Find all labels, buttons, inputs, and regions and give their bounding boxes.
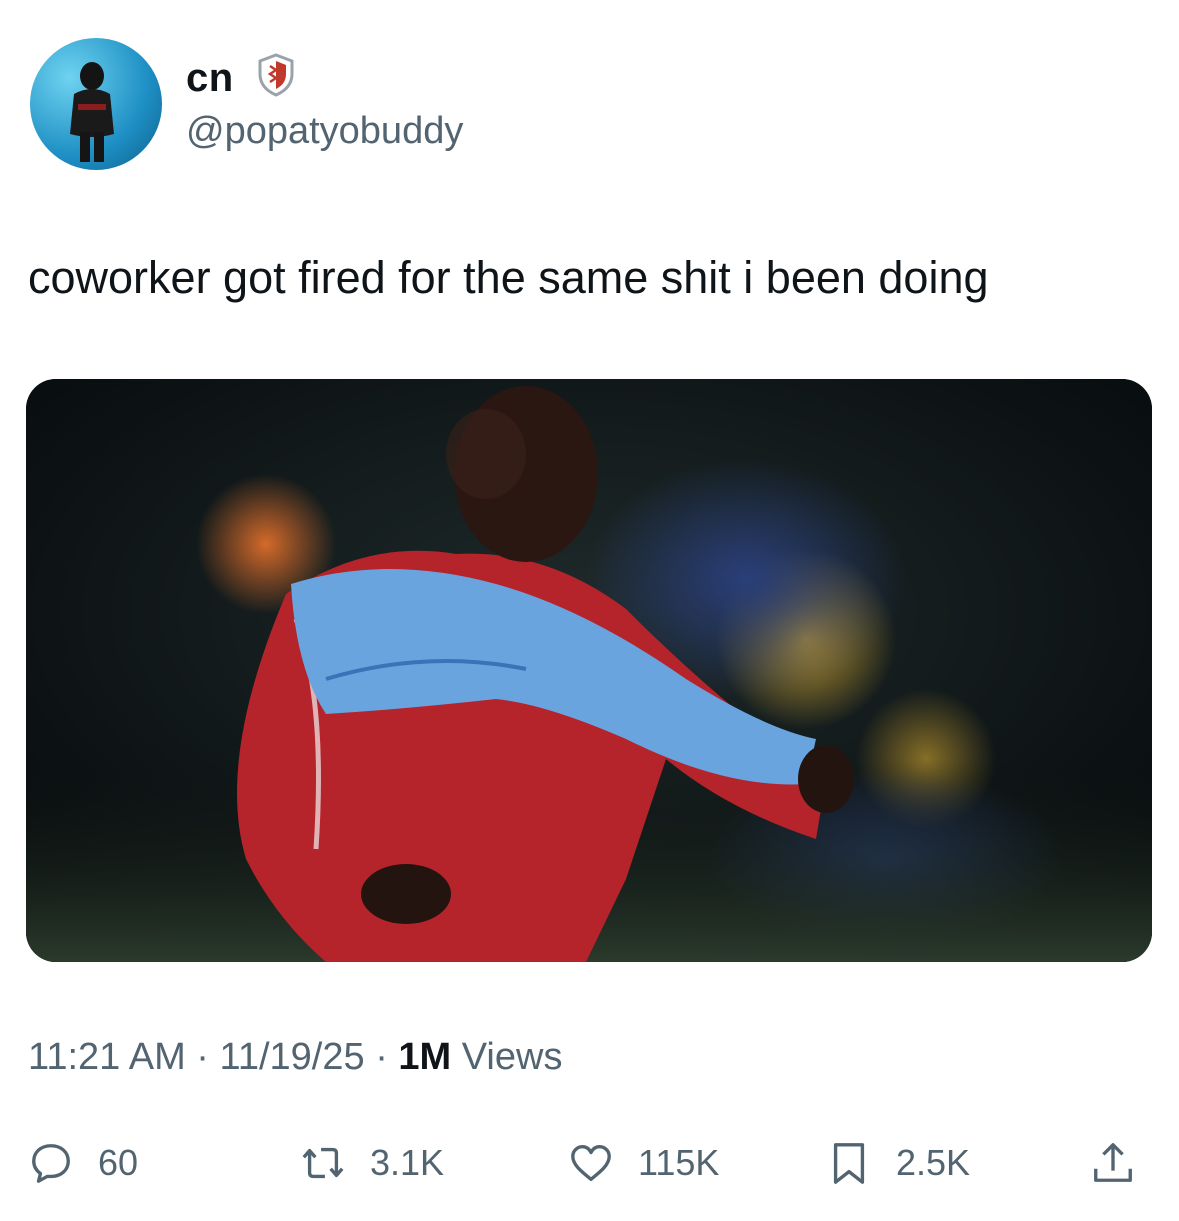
tweet-meta: 11:21 AM · 11/19/25 · 1M Views — [28, 1036, 562, 1079]
author-handle[interactable]: @popatyobuddy — [186, 110, 463, 153]
share-icon — [1094, 1143, 1132, 1182]
repost-count: 3.1K — [370, 1142, 445, 1183]
tweet-time[interactable]: 11:21 AM — [28, 1036, 186, 1078]
bookmark-count: 2.5K — [896, 1142, 971, 1183]
tweet-media[interactable] — [26, 379, 1152, 962]
share-button[interactable] — [1090, 1138, 1136, 1188]
author-display-name[interactable]: cn — [186, 56, 234, 101]
views-label: Views — [461, 1036, 563, 1078]
avatar-figure — [70, 62, 114, 162]
repost-button[interactable]: 3.1K — [300, 1138, 444, 1188]
tweet-photo — [26, 379, 1152, 962]
reply-button[interactable]: 60 — [28, 1138, 138, 1188]
bookmark-icon — [833, 1143, 865, 1184]
bookmark-button[interactable]: 2.5K — [826, 1138, 970, 1188]
views-count: 1M — [398, 1036, 452, 1078]
reply-icon — [32, 1144, 70, 1183]
reply-count: 60 — [98, 1142, 139, 1183]
meta-separator: · — [375, 1036, 388, 1078]
like-count: 115K — [638, 1142, 720, 1183]
like-icon — [571, 1145, 611, 1181]
like-button[interactable]: 115K — [568, 1138, 719, 1188]
repost-icon — [302, 1147, 344, 1179]
meta-separator: · — [196, 1036, 209, 1078]
tweet-text: coworker got fired for the same shit i b… — [28, 252, 989, 303]
tweet-date[interactable]: 11/19/25 — [220, 1036, 365, 1078]
verified-shield-icon — [258, 53, 294, 97]
avatar[interactable] — [30, 38, 162, 170]
